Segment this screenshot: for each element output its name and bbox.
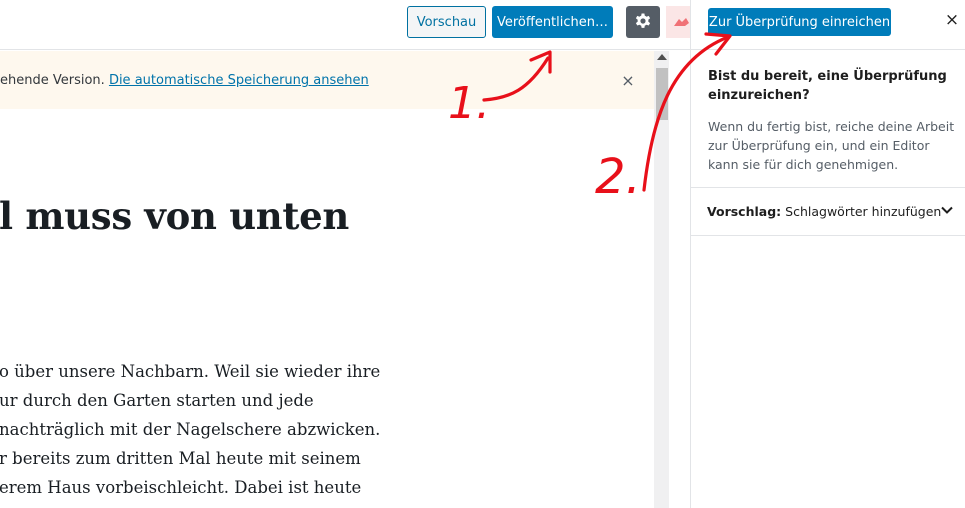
scrollbar-thumb[interactable] (656, 68, 668, 120)
step-2-label: 2. (595, 149, 641, 205)
close-icon[interactable]: × (619, 71, 637, 90)
paragraph-line: r bereits zum dritten Mal heute mit sein… (0, 449, 361, 468)
editor-toolbar: Vorschau Veröffentlichen… (0, 0, 690, 50)
paragraph-line: erem Haus vorbeischleicht. Dabei ist heu… (0, 478, 362, 497)
divider (691, 49, 965, 50)
tags-suggestion-panel[interactable]: Vorschlag: Schlagwörter hinzufügen (691, 188, 965, 236)
scroll-up-icon[interactable] (657, 54, 667, 60)
post-title[interactable]: l muss von unten (0, 194, 349, 238)
autosave-notice: ehende Version. Die automatische Speiche… (0, 51, 654, 109)
view-autosave-link[interactable]: Die automatische Speicherung ansehen (109, 73, 369, 88)
panel-label: Vorschlag: Schlagwörter hinzufügen (707, 204, 941, 219)
review-description: Wenn du fertig bist, reiche deine Arbeit… (708, 119, 955, 172)
chevron-down-icon[interactable] (940, 203, 954, 217)
settings-button[interactable] (626, 6, 660, 38)
panel-label-bold: Vorschlag: (707, 204, 782, 219)
paragraph-line: ur durch den Garten starten und jede (0, 391, 314, 410)
publish-sidebar: Zur Überprüfung einreichen × Bist du ber… (690, 0, 965, 508)
paragraph-block[interactable]: o über unsere Nachbarn. Weil sie wieder … (0, 357, 649, 502)
submit-for-review-button[interactable]: Zur Überprüfung einreichen (708, 8, 891, 36)
paragraph-line: o über unsere Nachbarn. Weil sie wieder … (0, 362, 381, 381)
close-icon[interactable]: × (943, 10, 961, 30)
jetpack-icon (674, 18, 689, 26)
paragraph-line: nachträglich mit der Nagelschere abzwick… (0, 420, 381, 439)
plugin-button[interactable] (666, 6, 690, 38)
gear-icon (635, 13, 651, 28)
review-heading: Bist du bereit, eine Überprüfung einzure… (708, 69, 947, 103)
preview-button[interactable]: Vorschau (407, 6, 486, 38)
notice-text: ehende Version. Die automatische Speiche… (0, 73, 369, 88)
notice-message: ehende Version. (0, 73, 109, 88)
publish-button[interactable]: Veröffentlichen… (492, 6, 613, 38)
panel-label-rest: Schlagwörter hinzufügen (781, 204, 942, 219)
